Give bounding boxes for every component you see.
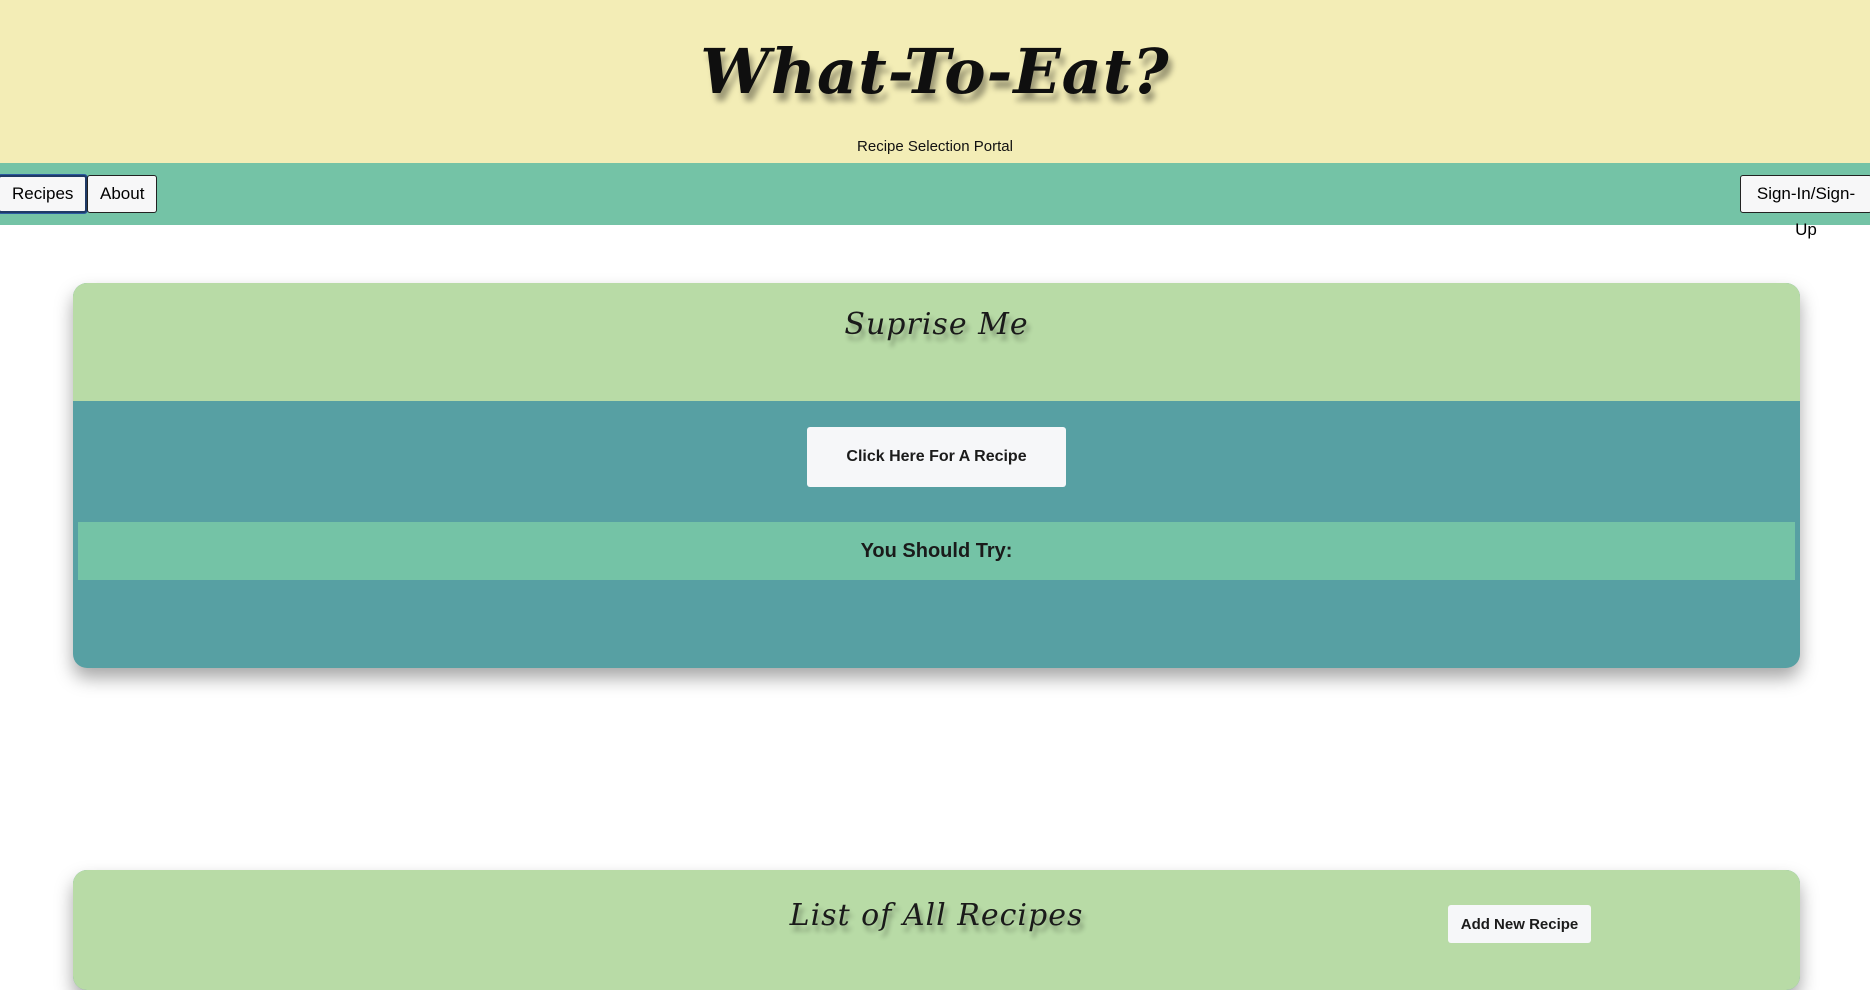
result-label: You Should Try: [860,540,1013,562]
site-title: What-To-Eat? [700,35,1170,108]
random-recipe-button[interactable]: Click Here For A Recipe [807,427,1066,487]
add-new-recipe-button[interactable]: Add New Recipe [1448,905,1591,943]
nav-recipes-button[interactable]: Recipes [0,175,88,213]
nav-about-button[interactable]: About [87,175,158,213]
result-value [73,583,1800,643]
recipe-list-card: List of All Recipes Add New Recipe [73,870,1800,990]
sign-in-sign-up-button[interactable]: Sign-In/Sign-Up [1740,175,1870,239]
surprise-me-header: Suprise Me [73,283,1800,401]
result-bar: You Should Try: [78,522,1795,580]
navbar: Recipes About Sign-In/Sign-Up [0,163,1870,239]
site-header: What-To-Eat? Recipe Selection Portal [0,0,1870,163]
surprise-me-card: Suprise Me Click Here For A Recipe You S… [73,283,1800,668]
recipe-list-header: List of All Recipes Add New Recipe [73,870,1800,990]
surprise-me-title: Suprise Me [844,307,1029,342]
site-subtitle: Recipe Selection Portal [857,138,1013,155]
